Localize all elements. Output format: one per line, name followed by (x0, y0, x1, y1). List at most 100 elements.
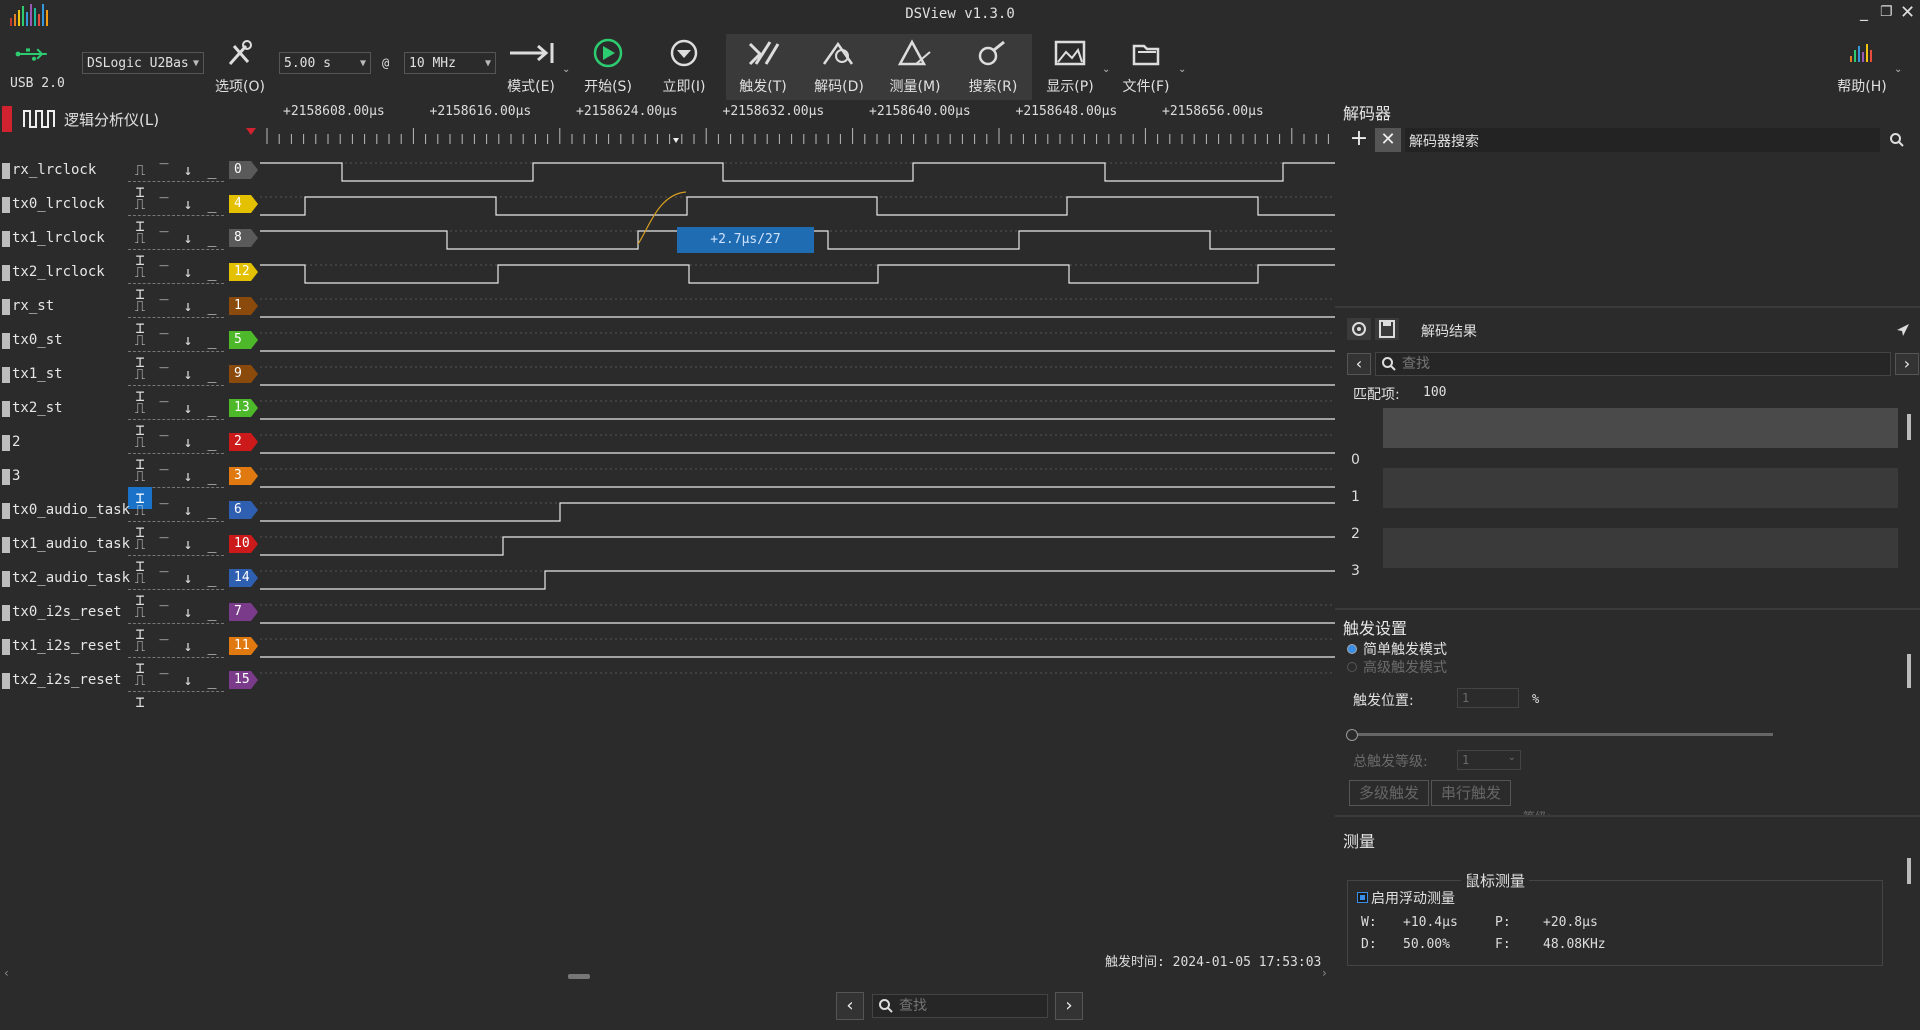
analyzer-title[interactable]: 逻辑分析仪(L) (64, 109, 159, 130)
trigger-type-1[interactable]: ‾ (152, 601, 176, 623)
trigger-type-3[interactable]: _ (200, 329, 224, 351)
channel-drag-handle[interactable] (2, 265, 10, 281)
channel-drag-handle[interactable] (2, 537, 10, 553)
trigger-type-0[interactable]: ⎍ (128, 397, 152, 419)
trigger-button[interactable]: 触发(T) (726, 34, 800, 100)
trigger-position-input[interactable]: 1 (1457, 688, 1519, 708)
trigger-type-2[interactable]: ↓ (176, 397, 200, 419)
trigger-type-2[interactable]: ↓ (176, 431, 200, 453)
save-results-icon[interactable] (1375, 318, 1399, 340)
advanced-mode-radio[interactable] (1347, 662, 1357, 672)
mode-caret-icon[interactable]: ⌄ (562, 64, 570, 75)
channel-name[interactable]: 3 (12, 468, 20, 484)
channel-drag-handle[interactable] (2, 197, 10, 213)
duration-select[interactable]: 5.00 s ▼ (279, 52, 371, 74)
trigger-type-3[interactable]: _ (200, 567, 224, 589)
samplerate-select[interactable]: 10 MHz ▼ (404, 52, 496, 74)
trigger-type-0[interactable]: ⎍ (128, 295, 152, 317)
restore-button[interactable]: ❐ (1880, 4, 1893, 20)
trigger-type-3[interactable]: _ (200, 499, 224, 521)
channel-name[interactable]: tx0_st (12, 332, 63, 348)
trigger-type-0[interactable]: ⎍ (128, 499, 152, 521)
trigger-type-0[interactable]: ⎍ (128, 601, 152, 623)
splitter[interactable] (1335, 306, 1920, 308)
channel-name[interactable]: tx0_i2s_reset (12, 604, 122, 620)
trigger-type-1[interactable]: ‾ (152, 431, 176, 453)
trigger-type-3[interactable]: _ (200, 635, 224, 657)
prev-match-button[interactable]: ‹ (836, 992, 864, 1020)
results-row[interactable] (1383, 468, 1898, 508)
trigger-type-0[interactable]: ⎍ (128, 261, 152, 283)
trigger-type-2[interactable]: ↓ (176, 533, 200, 555)
trigger-type-3[interactable]: _ (200, 465, 224, 487)
trigger-type-3[interactable]: _ (200, 159, 224, 181)
channel-drag-handle[interactable] (2, 469, 10, 485)
remove-decoder-icon[interactable]: ✕ (1375, 128, 1401, 152)
trigger-type-0[interactable]: ⎍ (128, 465, 152, 487)
scroll-thumb[interactable] (1907, 858, 1911, 884)
channel-name[interactable]: tx0_lrclock (12, 196, 105, 212)
trigger-position-slider[interactable] (1346, 729, 1773, 741)
channel-drag-handle[interactable] (2, 367, 10, 383)
trigger-type-2[interactable]: ↓ (176, 465, 200, 487)
decode-button[interactable]: 解码(D) (802, 34, 876, 100)
trigger-type-0[interactable]: ⎍ (128, 329, 152, 351)
scroll-thumb[interactable] (568, 974, 590, 979)
trigger-type-0[interactable]: ⎍ (128, 363, 152, 385)
trigger-type-1[interactable]: ‾ (152, 567, 176, 589)
trigger-type-2[interactable]: ↓ (176, 227, 200, 249)
results-next-button[interactable]: › (1895, 353, 1919, 375)
trigger-type-3[interactable]: _ (200, 669, 224, 691)
file-button[interactable]: 文件(F) (1112, 34, 1180, 100)
help-caret-icon[interactable]: ⌄ (1894, 64, 1902, 75)
scroll-right-icon[interactable]: › (1322, 966, 1327, 980)
trigger-type-2[interactable]: ↓ (176, 261, 200, 283)
scroll-thumb[interactable] (1907, 654, 1911, 688)
trigger-type-2[interactable]: ↓ (176, 499, 200, 521)
channel-name[interactable]: tx0_audio_task (12, 502, 130, 518)
file-caret-icon[interactable]: ⌄ (1178, 64, 1186, 75)
add-decoder-icon[interactable]: + (1347, 128, 1371, 152)
trigger-type-2[interactable]: ↓ (176, 329, 200, 351)
results-search-input[interactable] (1402, 353, 1886, 375)
channel-drag-handle[interactable] (2, 571, 10, 587)
trigger-type-1[interactable]: ‾ (152, 635, 176, 657)
horizontal-scrollbar[interactable]: ‹ › (0, 966, 1335, 982)
minimize-button[interactable]: _ (1860, 2, 1868, 21)
results-search-box[interactable] (1375, 352, 1891, 376)
trigger-type-3[interactable]: _ (200, 601, 224, 623)
trigger-type-3[interactable]: _ (200, 533, 224, 555)
bottom-search-box[interactable] (872, 994, 1048, 1018)
trigger-type-3[interactable]: _ (200, 363, 224, 385)
trigger-type-1[interactable]: ‾ (152, 329, 176, 351)
channel-drag-handle[interactable] (2, 435, 10, 451)
trigger-type-3[interactable]: _ (200, 397, 224, 419)
decoder-search-field[interactable]: 解码器搜索 (1405, 128, 1880, 152)
device-select[interactable]: DSLogic U2Bas ▼ (82, 52, 204, 74)
channel-name[interactable]: rx_st (12, 298, 54, 314)
trigger-type-2[interactable]: ↓ (176, 669, 200, 691)
results-scrollbar[interactable] (1904, 408, 1914, 598)
trigger-type-1[interactable]: ‾ (152, 227, 176, 249)
measure-scrollbar[interactable] (1904, 856, 1914, 976)
trigger-type-0[interactable]: ⎍ (128, 533, 152, 555)
trigger-scrollbar[interactable] (1904, 648, 1914, 803)
channel-name[interactable]: tx2_lrclock (12, 264, 105, 280)
display-caret-icon[interactable]: ⌄ (1102, 64, 1110, 75)
results-row[interactable] (1383, 528, 1898, 568)
trigger-type-0[interactable]: ⎍ (128, 567, 152, 589)
trigger-type-3[interactable]: _ (200, 261, 224, 283)
trigger-type-3[interactable]: _ (200, 227, 224, 249)
channel-drag-handle[interactable] (2, 333, 10, 349)
channel-drag-handle[interactable] (2, 163, 10, 179)
channel-name[interactable]: 2 (12, 434, 20, 450)
channel-name[interactable]: tx2_audio_task (12, 570, 130, 586)
display-button[interactable]: 显示(P) (1036, 34, 1104, 100)
trigger-type-0[interactable]: ⎍ (128, 431, 152, 453)
channel-name[interactable]: tx2_i2s_reset (12, 672, 122, 688)
trigger-type-3[interactable]: _ (200, 431, 224, 453)
channel-name[interactable]: tx1_lrclock (12, 230, 105, 246)
channel-drag-handle[interactable] (2, 639, 10, 655)
bottom-search-input[interactable] (899, 995, 1043, 1017)
trigger-type-4[interactable]: ⌶ (128, 691, 152, 713)
